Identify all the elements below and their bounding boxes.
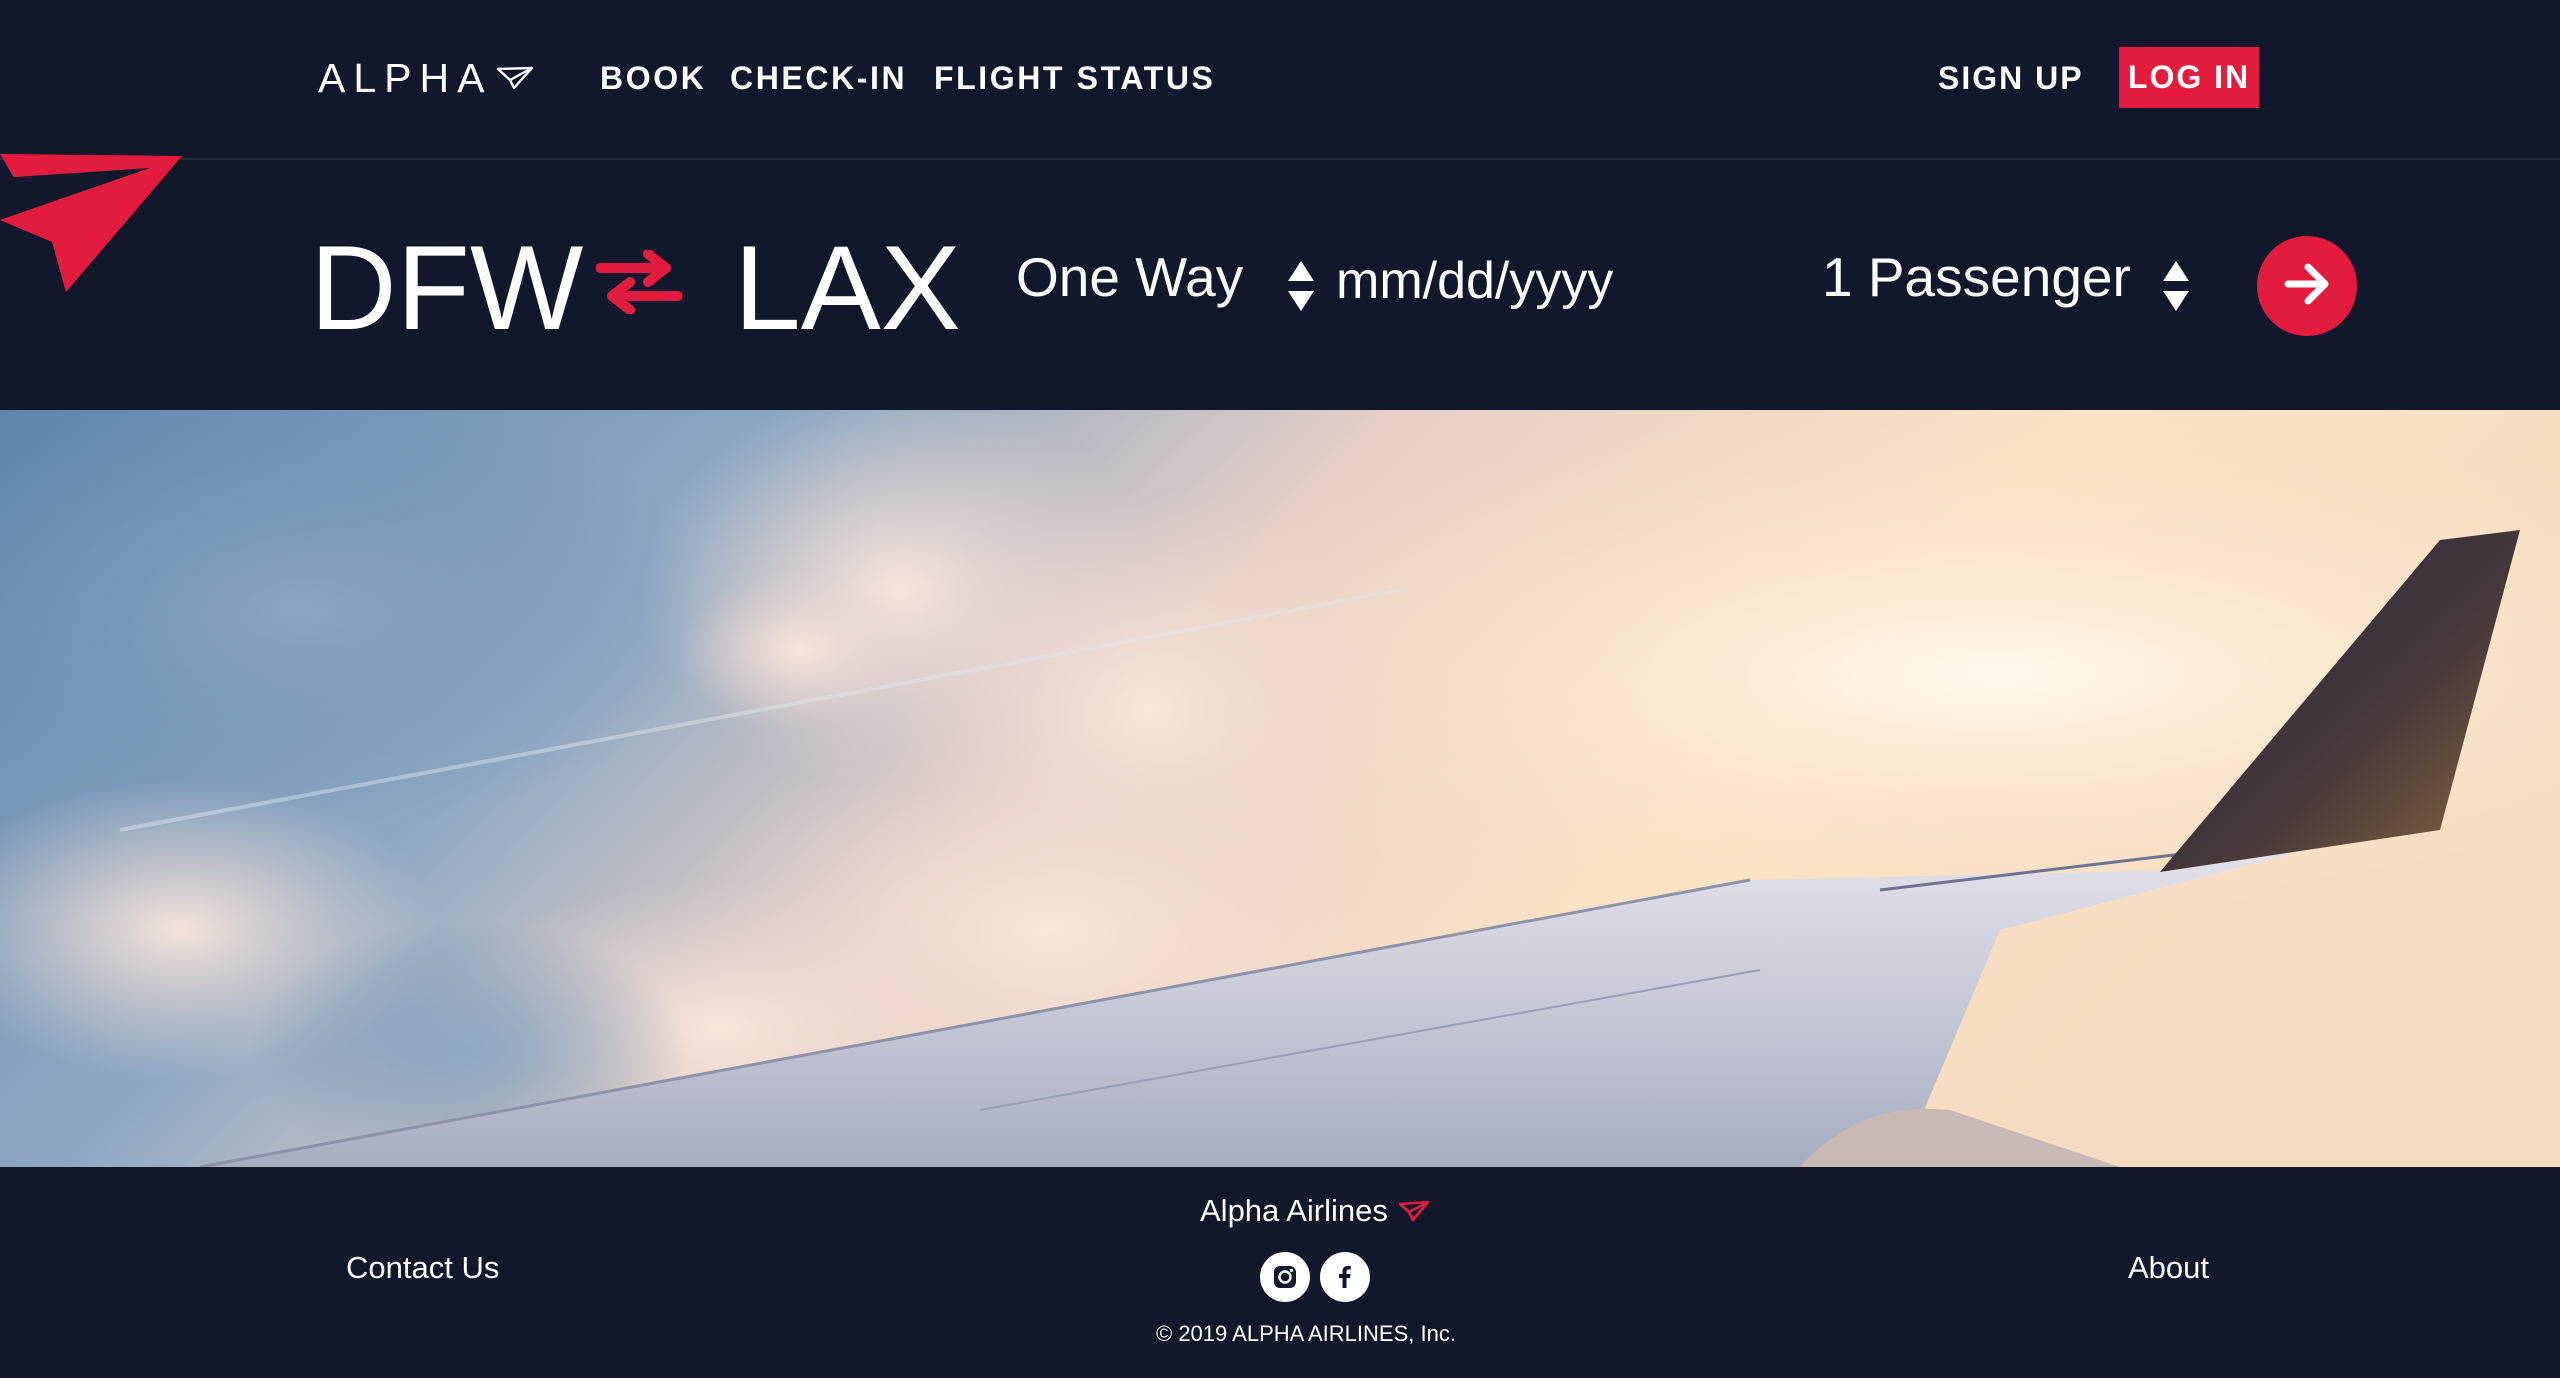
nav-flight-status-label[interactable]: FLIGHT STATUS [934,60,1215,97]
nav-flight-status[interactable]: FLIGHT STATUS [934,50,1215,106]
departure-date-input[interactable] [1336,248,1656,314]
paper-plane-icon [1398,1200,1430,1222]
brand-logo[interactable]: ALPHA [318,50,536,106]
destination-airport[interactable]: LAX [734,228,961,348]
copyright-text: © 2019 ALPHA AIRLINES, Inc. [1156,1321,1456,1346]
paper-plane-icon [496,66,536,90]
trip-type-stepper-icon[interactable] [1286,259,1316,318]
about-link[interactable]: About [2128,1250,2209,1286]
login-button[interactable]: LOG IN [2119,47,2259,108]
search-submit-button[interactable] [2257,236,2357,336]
arrow-right-icon [2284,263,2330,310]
origin-airport[interactable]: DFW [310,228,583,348]
trip-type-select[interactable]: One Way [1016,250,1243,305]
top-navigation: ALPHA BOOK CHECK-IN FLIGHT STATUS SIGN U… [0,0,2560,160]
hero-image [0,410,2560,1167]
nav-checkin-label[interactable]: CHECK-IN [730,60,907,97]
nav-book[interactable]: BOOK [600,50,706,106]
contact-us-link[interactable]: Contact Us [346,1250,499,1286]
nav-book-label[interactable]: BOOK [600,60,706,97]
passenger-select[interactable]: 1 Passenger [1822,250,2131,305]
nav-checkin[interactable]: CHECK-IN [730,50,907,106]
footer-brand-name: Alpha Airlines [1200,1193,1388,1228]
brand-name: ALPHA [318,54,493,101]
instagram-icon[interactable] [1260,1252,1310,1302]
swap-arrows-icon[interactable] [595,249,683,319]
facebook-icon[interactable] [1320,1252,1370,1302]
passenger-stepper-icon[interactable] [2161,259,2191,318]
paper-plane-icon [0,154,184,299]
signup-button[interactable]: SIGN UP [1938,50,2084,106]
footer-brand: Alpha Airlines [1200,1193,1430,1229]
